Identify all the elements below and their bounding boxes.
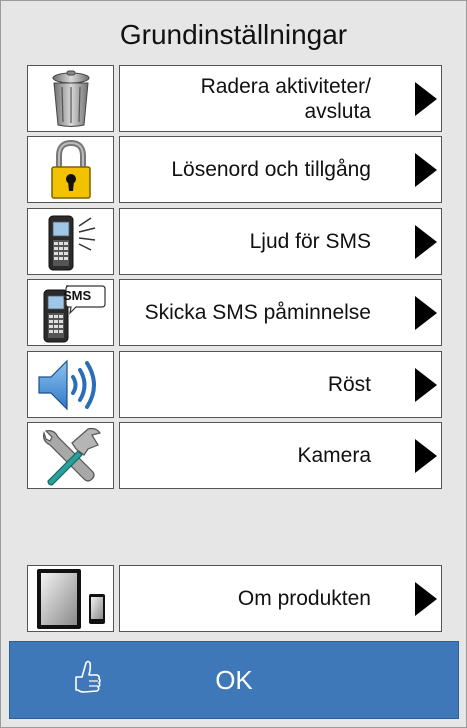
menu-row-delete: Radera aktiviteter/ avsluta	[27, 65, 442, 132]
about-product-button[interactable]: Om produkten	[119, 565, 442, 632]
chevron-right-icon	[415, 153, 437, 187]
password-access-button[interactable]: Lösenord och tillgång	[119, 136, 442, 203]
camera-button[interactable]: Kamera	[119, 422, 442, 489]
speaker-icon	[37, 359, 96, 410]
chevron-right-icon	[415, 296, 437, 330]
sms-sound-button[interactable]: Ljud för SMS	[119, 208, 442, 275]
trash-can-icon	[52, 70, 89, 127]
menu-item-label: Kamera	[297, 444, 371, 467]
sms-badge-label: SMS	[63, 288, 92, 303]
menu-icon-cell	[27, 565, 114, 632]
menu-icon-cell	[27, 65, 114, 132]
menu-icon-cell: SMS	[27, 279, 114, 346]
voice-button[interactable]: Röst	[119, 351, 442, 418]
menu-row-sms-sound: Ljud för SMS	[27, 208, 442, 275]
chevron-right-icon	[415, 368, 437, 402]
tools-icon	[42, 427, 101, 486]
menu-item-label: Röst	[327, 373, 371, 396]
menu-row-sms-reminder: SMS Skicka SMS påminnelse	[27, 279, 442, 346]
menu-row-camera: Kamera	[27, 422, 442, 489]
padlock-icon	[50, 139, 91, 199]
menu-row-password: Lösenord och tillgång	[27, 136, 442, 203]
menu-item-label: Lösenord och tillgång	[171, 158, 371, 181]
chevron-right-icon	[415, 225, 437, 259]
chevron-right-icon	[415, 582, 437, 616]
menu-icon-cell	[27, 351, 114, 418]
menu-icon-cell	[27, 208, 114, 275]
phone-ringing-icon	[48, 215, 95, 270]
menu-row-about: Om produkten	[27, 565, 442, 632]
menu-icon-cell	[27, 136, 114, 203]
ok-button-label: OK	[215, 664, 253, 695]
settings-window: Grundinställningar Radera aktiviteter/ a…	[0, 0, 467, 728]
menu-row-voice: Röst	[27, 351, 442, 418]
menu-icon-cell	[27, 422, 114, 489]
menu-item-label: Radera aktiviteter/ avsluta	[200, 74, 371, 123]
chevron-right-icon	[415, 82, 437, 116]
menu-item-label: Om produkten	[237, 587, 371, 610]
tablet-phone-icon	[36, 568, 105, 629]
delete-activities-button[interactable]: Radera aktiviteter/ avsluta	[119, 65, 442, 132]
menu-item-label: Ljud för SMS	[249, 230, 371, 253]
ok-button[interactable]: OK	[9, 641, 459, 719]
chevron-right-icon	[415, 439, 437, 473]
send-sms-reminder-button[interactable]: Skicka SMS påminnelse	[119, 279, 442, 346]
menu-item-label: Skicka SMS påminnelse	[144, 301, 371, 324]
page-title: Grundinställningar	[119, 19, 348, 50]
